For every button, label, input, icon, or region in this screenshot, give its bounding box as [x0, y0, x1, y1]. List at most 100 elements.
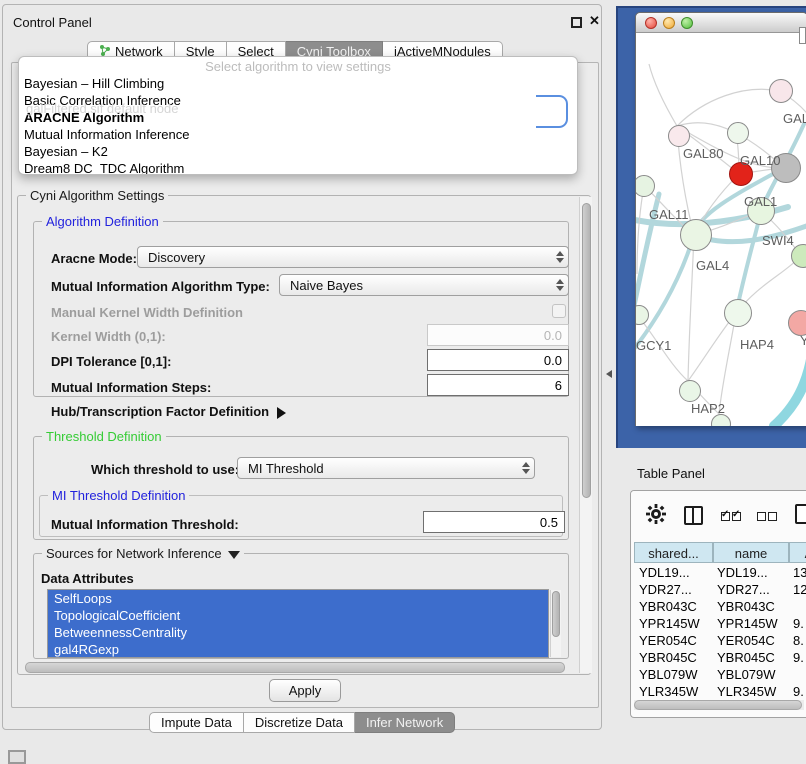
dpi-tolerance-label: DPI Tolerance [0,1]:: [51, 354, 171, 369]
table-row[interactable]: YBR045C YBR045C 9.: [631, 650, 806, 667]
hub-definition-label: Hub/Transcription Factor Definition: [51, 404, 269, 419]
table-row[interactable]: YER054C YER054C 8.: [631, 633, 806, 650]
node-label: HAP2: [691, 401, 725, 416]
selected-value: Discovery: [138, 250, 552, 265]
cell-name: YLR345W: [717, 684, 776, 699]
column-icon[interactable]: [684, 506, 703, 525]
data-attributes-list: SelfLoops TopologicalCoefficient Between…: [47, 589, 549, 658]
gear-icon[interactable]: [646, 504, 666, 527]
list-item[interactable]: gal4RGexp: [48, 641, 548, 658]
node-gal80[interactable]: [668, 125, 690, 147]
scrollbar-thumb[interactable]: [552, 591, 560, 637]
collapse-down-icon[interactable]: [228, 551, 240, 559]
window-titlebar[interactable]: [636, 13, 806, 33]
settings-vertical-scrollbar[interactable]: [579, 197, 592, 673]
cyni-bottom-tabs: Impute Data Discretize Data Infer Networ…: [149, 712, 455, 733]
manual-kernel-width-label: Manual Kernel Width Definition: [51, 305, 243, 320]
kernel-width-label: Kernel Width (0,1):: [51, 329, 166, 344]
apply-button[interactable]: Apply: [269, 679, 341, 702]
expand-right-icon[interactable]: [277, 407, 286, 419]
column-header-extra[interactable]: A: [789, 542, 806, 563]
aracne-mode-label: Aracne Mode:: [51, 251, 137, 266]
algorithm-option[interactable]: Bayesian – Hill Climbing: [19, 75, 577, 92]
hub-definition-toggle[interactable]: Hub/Transcription Factor Definition: [51, 404, 286, 419]
cell-extra: 13: [793, 565, 806, 580]
close-traffic-light-icon[interactable]: [645, 17, 657, 29]
dropdown-placeholder: Select algorithm to view settings: [19, 57, 577, 75]
cell-extra: 9.: [793, 650, 804, 665]
cell-name: YBR045C: [717, 650, 775, 665]
algorithm-option[interactable]: Mutual Information Inference: [19, 126, 577, 143]
list-item[interactable]: SelfLoops: [48, 590, 548, 607]
zoom-traffic-light-icon[interactable]: [681, 17, 693, 29]
table-horizontal-scrollbar[interactable]: [634, 700, 804, 710]
table-row[interactable]: YBR043C YBR043C: [631, 599, 806, 616]
cell-shared: YDR27...: [639, 582, 692, 597]
table-row[interactable]: YDL19... YDL19... 13: [631, 565, 806, 582]
document-icon[interactable]: [795, 504, 806, 524]
cell-shared: YBL079W: [639, 667, 698, 682]
cell-name: YER054C: [717, 633, 775, 648]
close-icon[interactable]: ✕: [589, 13, 600, 29]
node-hap2[interactable]: [679, 380, 701, 402]
sources-group-title: Sources for Network Inference: [42, 546, 244, 561]
mi-algorithm-type-label: Mutual Information Algorithm Type:: [51, 279, 270, 294]
float-icon[interactable]: [571, 17, 582, 28]
manual-kernel-width-checkbox[interactable]: [552, 304, 566, 318]
cell-shared: YBR043C: [639, 599, 697, 614]
cell-name: YDL19...: [717, 565, 768, 580]
stepper-icon: [552, 247, 568, 267]
cell-shared: YPR145W: [639, 616, 700, 631]
network-view-window[interactable]: GAL GAL80 GAL10 GAL1 GAL11 SWI4 GAL4 GCY…: [635, 12, 806, 426]
table-toolbar: [631, 491, 806, 537]
table-row[interactable]: YBL079W YBL079W: [631, 667, 806, 684]
group-title: MI Threshold Definition: [48, 488, 189, 503]
algorithm-option[interactable]: Bayesian – K2: [19, 143, 577, 160]
selected-value: Naive Bayes: [280, 278, 552, 293]
aracne-mode-select[interactable]: Discovery: [137, 246, 569, 268]
settings-horizontal-scrollbar[interactable]: [23, 662, 573, 673]
tab-discretize-data[interactable]: Discretize Data: [244, 712, 355, 733]
cell-shared: YLR345W: [639, 684, 698, 699]
node-gal10[interactable]: [727, 122, 749, 144]
node-label: GAL: [783, 111, 806, 126]
cell-shared: YDL19...: [639, 565, 690, 580]
node-gal4[interactable]: [680, 219, 712, 251]
minimize-traffic-light-icon[interactable]: [663, 17, 675, 29]
list-item[interactable]: BetweennessCentrality: [48, 624, 548, 641]
table-row[interactable]: YPR145W YPR145W 9.: [631, 616, 806, 633]
kernel-width-field[interactable]: 0.0: [427, 324, 569, 346]
tab-label: Discretize Data: [255, 715, 343, 730]
column-header-name[interactable]: name: [713, 542, 789, 563]
algorithm-option[interactable]: Dream8 DC_TDC Algorithm: [19, 160, 577, 175]
mi-steps-field[interactable]: 6: [427, 374, 569, 396]
network-canvas[interactable]: GAL GAL80 GAL10 GAL1 GAL11 SWI4 GAL4 GCY…: [636, 34, 806, 426]
table-panel: shared... name A YDL19... YDL19... 13 YD…: [630, 490, 806, 718]
dpi-tolerance-field[interactable]: 0.0: [427, 349, 569, 371]
which-threshold-select[interactable]: MI Threshold: [237, 457, 535, 479]
list-item[interactable]: TopologicalCoefficient: [48, 607, 548, 624]
tab-infer-network[interactable]: Infer Network: [355, 712, 455, 733]
attributes-list-scrollbar[interactable]: [550, 590, 561, 657]
scrollbar-thumb[interactable]: [582, 203, 591, 498]
node-label: SWI4: [762, 233, 794, 248]
node-hap4[interactable]: [724, 299, 752, 327]
node-label: GAL11: [649, 207, 689, 222]
table-panel-title: Table Panel: [637, 466, 705, 481]
mi-algorithm-type-select[interactable]: Naive Bayes: [279, 274, 569, 296]
data-attributes-label: Data Attributes: [41, 571, 134, 586]
scrollbar-thumb[interactable]: [25, 662, 565, 673]
unchecked-pair-icon[interactable]: [757, 509, 779, 524]
scrollbar-thumb[interactable]: [634, 700, 802, 710]
stepper-icon: [552, 275, 568, 295]
cell-name: YBL079W: [717, 667, 776, 682]
node-top-right-pink[interactable]: [769, 79, 793, 103]
node-label: HAP4: [740, 337, 774, 352]
table-row[interactable]: YLR345W YLR345W 9.: [631, 684, 806, 701]
tab-impute-data[interactable]: Impute Data: [149, 712, 244, 733]
collapse-left-icon[interactable]: [606, 370, 612, 378]
column-header-shared[interactable]: shared...: [634, 542, 713, 563]
checked-pair-icon[interactable]: [721, 509, 743, 524]
mi-threshold-field[interactable]: 0.5: [423, 511, 565, 533]
table-row[interactable]: YDR27... YDR27... 12: [631, 582, 806, 599]
